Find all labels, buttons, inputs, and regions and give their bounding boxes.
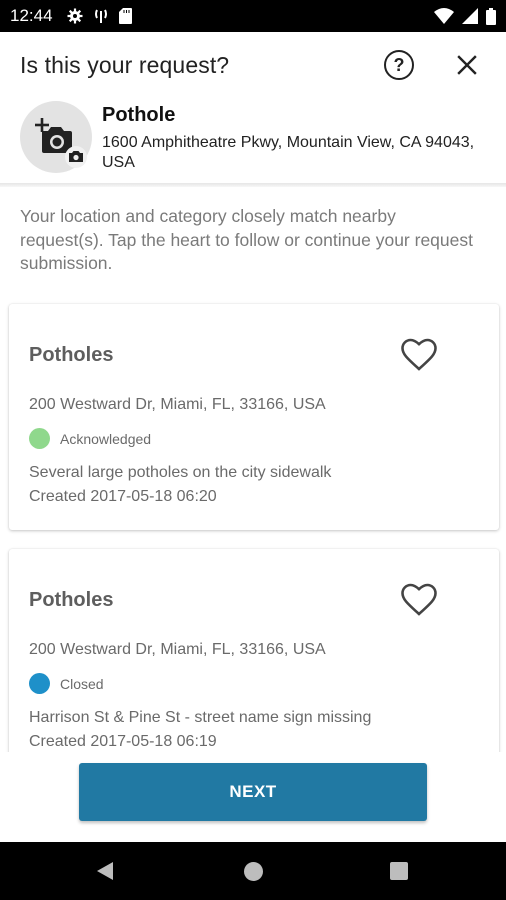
battery-icon xyxy=(486,7,496,25)
next-button[interactable]: NEXT xyxy=(79,763,427,821)
status-dot xyxy=(29,673,50,694)
add-photo-icon[interactable] xyxy=(20,101,92,173)
nearby-request-card[interactable]: Potholes 200 Westward Dr, Miami, FL, 331… xyxy=(9,304,499,530)
card-title: Potholes xyxy=(29,344,114,366)
card-address: 200 Westward Dr, Miami, FL, 33166, USA xyxy=(29,396,326,413)
status-time: 12:44 xyxy=(10,6,53,25)
wifi-icon xyxy=(434,8,454,24)
status-badge: Acknowledged xyxy=(29,428,151,449)
signal-icon xyxy=(462,8,478,24)
card-address: 200 Westward Dr, Miami, FL, 33166, USA xyxy=(29,641,326,658)
info-message: Your location and category closely match… xyxy=(20,206,473,273)
status-bar: 12:44 xyxy=(0,0,506,32)
navigation-bar xyxy=(0,842,506,900)
status-dot xyxy=(29,428,50,449)
antenna-icon xyxy=(93,8,109,24)
status-label: Closed xyxy=(60,675,104,692)
status-label: Acknowledged xyxy=(60,430,152,447)
request-address: 1600 Amphitheatre Pkwy, Mountain View, C… xyxy=(102,134,475,171)
nearby-request-card[interactable]: Potholes 200 Westward Dr, Miami, FL, 331… xyxy=(9,549,499,759)
heart-outline-icon[interactable] xyxy=(401,583,437,617)
dialog-header: Is this your request? ? xyxy=(0,32,506,98)
close-icon[interactable] xyxy=(452,50,482,80)
status-badge: Closed xyxy=(29,673,104,694)
divider xyxy=(0,183,506,187)
card-created-date: Created 2017-05-18 06:19 xyxy=(29,733,217,750)
request-category: Pothole xyxy=(102,104,176,126)
action-area: NEXT xyxy=(0,752,506,842)
page-title: Is this your request? xyxy=(20,51,230,78)
heart-outline-icon[interactable] xyxy=(401,338,437,372)
request-summary: Pothole 1600 Amphitheatre Pkwy, Mountain… xyxy=(0,98,506,184)
card-description: Several large potholes on the city sidew… xyxy=(29,464,332,481)
card-title: Potholes xyxy=(29,589,114,611)
card-description: Harrison St & Pine St - street name sign… xyxy=(29,709,372,726)
gear-icon xyxy=(67,8,83,24)
recents-icon[interactable] xyxy=(390,862,408,880)
sd-card-icon xyxy=(118,8,132,24)
help-circle-icon[interactable]: ? xyxy=(384,50,414,80)
card-created-date: Created 2017-05-18 06:20 xyxy=(29,488,217,505)
home-icon[interactable] xyxy=(244,862,263,881)
back-icon[interactable] xyxy=(96,861,114,886)
